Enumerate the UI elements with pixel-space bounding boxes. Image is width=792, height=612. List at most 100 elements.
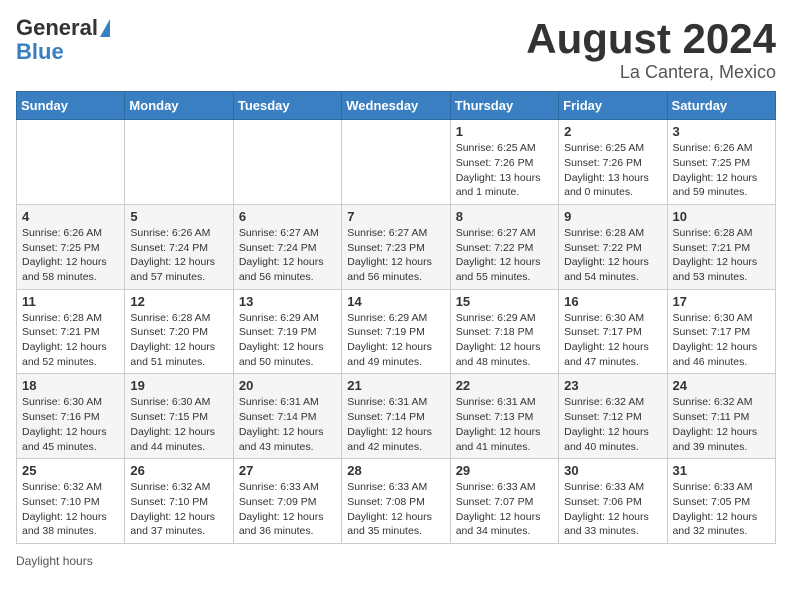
day-info: Sunrise: 6:31 AMSunset: 7:14 PMDaylight:… [239,395,336,454]
day-number: 12 [130,294,227,309]
calendar-cell [17,120,125,205]
calendar-cell: 6Sunrise: 6:27 AMSunset: 7:24 PMDaylight… [233,204,341,289]
calendar-week-row: 4Sunrise: 6:26 AMSunset: 7:25 PMDaylight… [17,204,776,289]
calendar-cell: 8Sunrise: 6:27 AMSunset: 7:22 PMDaylight… [450,204,558,289]
footer: Daylight hours [16,554,776,568]
day-number: 5 [130,209,227,224]
day-number: 8 [456,209,553,224]
calendar-cell: 3 Sunrise: 6:26 AMSunset: 7:25 PMDaylight… [667,120,775,205]
day-number: 25 [22,463,119,478]
calendar-cell: 4Sunrise: 6:26 AMSunset: 7:25 PMDaylight… [17,204,125,289]
day-number: 18 [22,378,119,393]
calendar-table: SundayMondayTuesdayWednesdayThursdayFrid… [16,91,776,544]
calendar-cell: 29 Sunrise: 6:33 AMSunset: 7:07 PMDayligh… [450,459,558,544]
calendar-cell: 13Sunrise: 6:29 AMSunset: 7:19 PMDayligh… [233,289,341,374]
day-info: Sunrise: 6:28 AMSunset: 7:22 PMDaylight:… [564,226,661,285]
day-info: Sunrise: 6:32 AMSunset: 7:10 PMDaylight:… [130,480,227,539]
daylight-hours-label: Daylight hours [16,554,93,568]
day-info: Sunrise: 6:25 AMSunset: 7:26 PMDaylight:… [456,141,553,200]
calendar-cell [125,120,233,205]
day-info: Sunrise: 6:29 AMSunset: 7:19 PMDaylight:… [239,311,336,370]
calendar-title-block: August 2024 La Cantera, Mexico [526,16,776,83]
calendar-cell: 25 Sunrise: 6:32 AMSunset: 7:10 PMDayligh… [17,459,125,544]
day-info: Sunrise: 6:28 AMSunset: 7:21 PMDaylight:… [673,226,770,285]
day-info: Sunrise: 6:32 AMSunset: 7:11 PMDaylight:… [673,395,770,454]
day-info: Sunrise: 6:33 AMSunset: 7:07 PMDaylight:… [456,480,553,539]
day-number: 2 [564,124,661,139]
weekday-header-monday: Monday [125,92,233,120]
day-info: Sunrise: 6:30 AMSunset: 7:16 PMDaylight:… [22,395,119,454]
day-number: 28 [347,463,444,478]
day-number: 1 [456,124,553,139]
calendar-week-row: 25 Sunrise: 6:32 AMSunset: 7:10 PMDayligh… [17,459,776,544]
day-info: Sunrise: 6:29 AMSunset: 7:18 PMDaylight:… [456,311,553,370]
weekday-header-row: SundayMondayTuesdayWednesdayThursdayFrid… [17,92,776,120]
day-number: 24 [673,378,770,393]
weekday-header-wednesday: Wednesday [342,92,450,120]
day-number: 3 [673,124,770,139]
day-number: 23 [564,378,661,393]
weekday-header-tuesday: Tuesday [233,92,341,120]
calendar-cell: 19 Sunrise: 6:30 AMSunset: 7:15 PMDayligh… [125,374,233,459]
calendar-cell: 31Sunrise: 6:33 AMSunset: 7:05 PMDayligh… [667,459,775,544]
day-info: Sunrise: 6:30 AMSunset: 7:15 PMDaylight:… [130,395,227,454]
day-info: Sunrise: 6:31 AMSunset: 7:14 PMDaylight:… [347,395,444,454]
logo-triangle-icon [100,19,110,37]
day-info: Sunrise: 6:30 AMSunset: 7:17 PMDaylight:… [564,311,661,370]
day-number: 22 [456,378,553,393]
day-number: 31 [673,463,770,478]
calendar-cell: 27 Sunrise: 6:33 AMSunset: 7:09 PMDayligh… [233,459,341,544]
calendar-location: La Cantera, Mexico [526,62,776,83]
calendar-cell: 24 Sunrise: 6:32 AMSunset: 7:11 PMDayligh… [667,374,775,459]
day-info: Sunrise: 6:33 AMSunset: 7:09 PMDaylight:… [239,480,336,539]
calendar-cell: 11Sunrise: 6:28 AMSunset: 7:21 PMDayligh… [17,289,125,374]
day-info: Sunrise: 6:26 AMSunset: 7:24 PMDaylight:… [130,226,227,285]
day-number: 7 [347,209,444,224]
day-info: Sunrise: 6:31 AMSunset: 7:13 PMDaylight:… [456,395,553,454]
day-number: 19 [130,378,227,393]
day-number: 16 [564,294,661,309]
calendar-cell: 1 Sunrise: 6:25 AMSunset: 7:26 PMDaylight… [450,120,558,205]
day-info: Sunrise: 6:25 AMSunset: 7:26 PMDaylight:… [564,141,661,200]
day-number: 10 [673,209,770,224]
day-info: Sunrise: 6:33 AMSunset: 7:06 PMDaylight:… [564,480,661,539]
calendar-cell: 30 Sunrise: 6:33 AMSunset: 7:06 PMDayligh… [559,459,667,544]
calendar-cell: 23 Sunrise: 6:32 AMSunset: 7:12 PMDayligh… [559,374,667,459]
weekday-header-sunday: Sunday [17,92,125,120]
calendar-cell: 9Sunrise: 6:28 AMSunset: 7:22 PMDaylight… [559,204,667,289]
day-number: 15 [456,294,553,309]
calendar-cell: 5 Sunrise: 6:26 AMSunset: 7:24 PMDaylight… [125,204,233,289]
day-number: 26 [130,463,227,478]
day-number: 29 [456,463,553,478]
day-info: Sunrise: 6:26 AMSunset: 7:25 PMDaylight:… [673,141,770,200]
weekday-header-saturday: Saturday [667,92,775,120]
day-number: 27 [239,463,336,478]
calendar-cell: 2 Sunrise: 6:25 AMSunset: 7:26 PMDaylight… [559,120,667,205]
weekday-header-friday: Friday [559,92,667,120]
calendar-week-row: 18 Sunrise: 6:30 AMSunset: 7:16 PMDayligh… [17,374,776,459]
calendar-week-row: 1 Sunrise: 6:25 AMSunset: 7:26 PMDaylight… [17,120,776,205]
calendar-cell: 16 Sunrise: 6:30 AMSunset: 7:17 PMDayligh… [559,289,667,374]
calendar-cell: 17Sunrise: 6:30 AMSunset: 7:17 PMDayligh… [667,289,775,374]
day-info: Sunrise: 6:32 AMSunset: 7:10 PMDaylight:… [22,480,119,539]
day-number: 14 [347,294,444,309]
calendar-cell: 21 Sunrise: 6:31 AMSunset: 7:14 PMDayligh… [342,374,450,459]
day-number: 21 [347,378,444,393]
day-info: Sunrise: 6:32 AMSunset: 7:12 PMDaylight:… [564,395,661,454]
calendar-cell: 7 Sunrise: 6:27 AMSunset: 7:23 PMDaylight… [342,204,450,289]
day-number: 4 [22,209,119,224]
day-info: Sunrise: 6:28 AMSunset: 7:20 PMDaylight:… [130,311,227,370]
day-info: Sunrise: 6:27 AMSunset: 7:24 PMDaylight:… [239,226,336,285]
calendar-cell: 12 Sunrise: 6:28 AMSunset: 7:20 PMDayligh… [125,289,233,374]
calendar-cell: 26 Sunrise: 6:32 AMSunset: 7:10 PMDayligh… [125,459,233,544]
calendar-cell: 22 Sunrise: 6:31 AMSunset: 7:13 PMDayligh… [450,374,558,459]
page-header: General Blue August 2024 La Cantera, Mex… [16,16,776,83]
calendar-header: SundayMondayTuesdayWednesdayThursdayFrid… [17,92,776,120]
calendar-cell: 20Sunrise: 6:31 AMSunset: 7:14 PMDayligh… [233,374,341,459]
calendar-cell [233,120,341,205]
day-info: Sunrise: 6:27 AMSunset: 7:23 PMDaylight:… [347,226,444,285]
calendar-cell: 28 Sunrise: 6:33 AMSunset: 7:08 PMDayligh… [342,459,450,544]
calendar-body: 1 Sunrise: 6:25 AMSunset: 7:26 PMDaylight… [17,120,776,544]
day-number: 30 [564,463,661,478]
day-info: Sunrise: 6:33 AMSunset: 7:08 PMDaylight:… [347,480,444,539]
